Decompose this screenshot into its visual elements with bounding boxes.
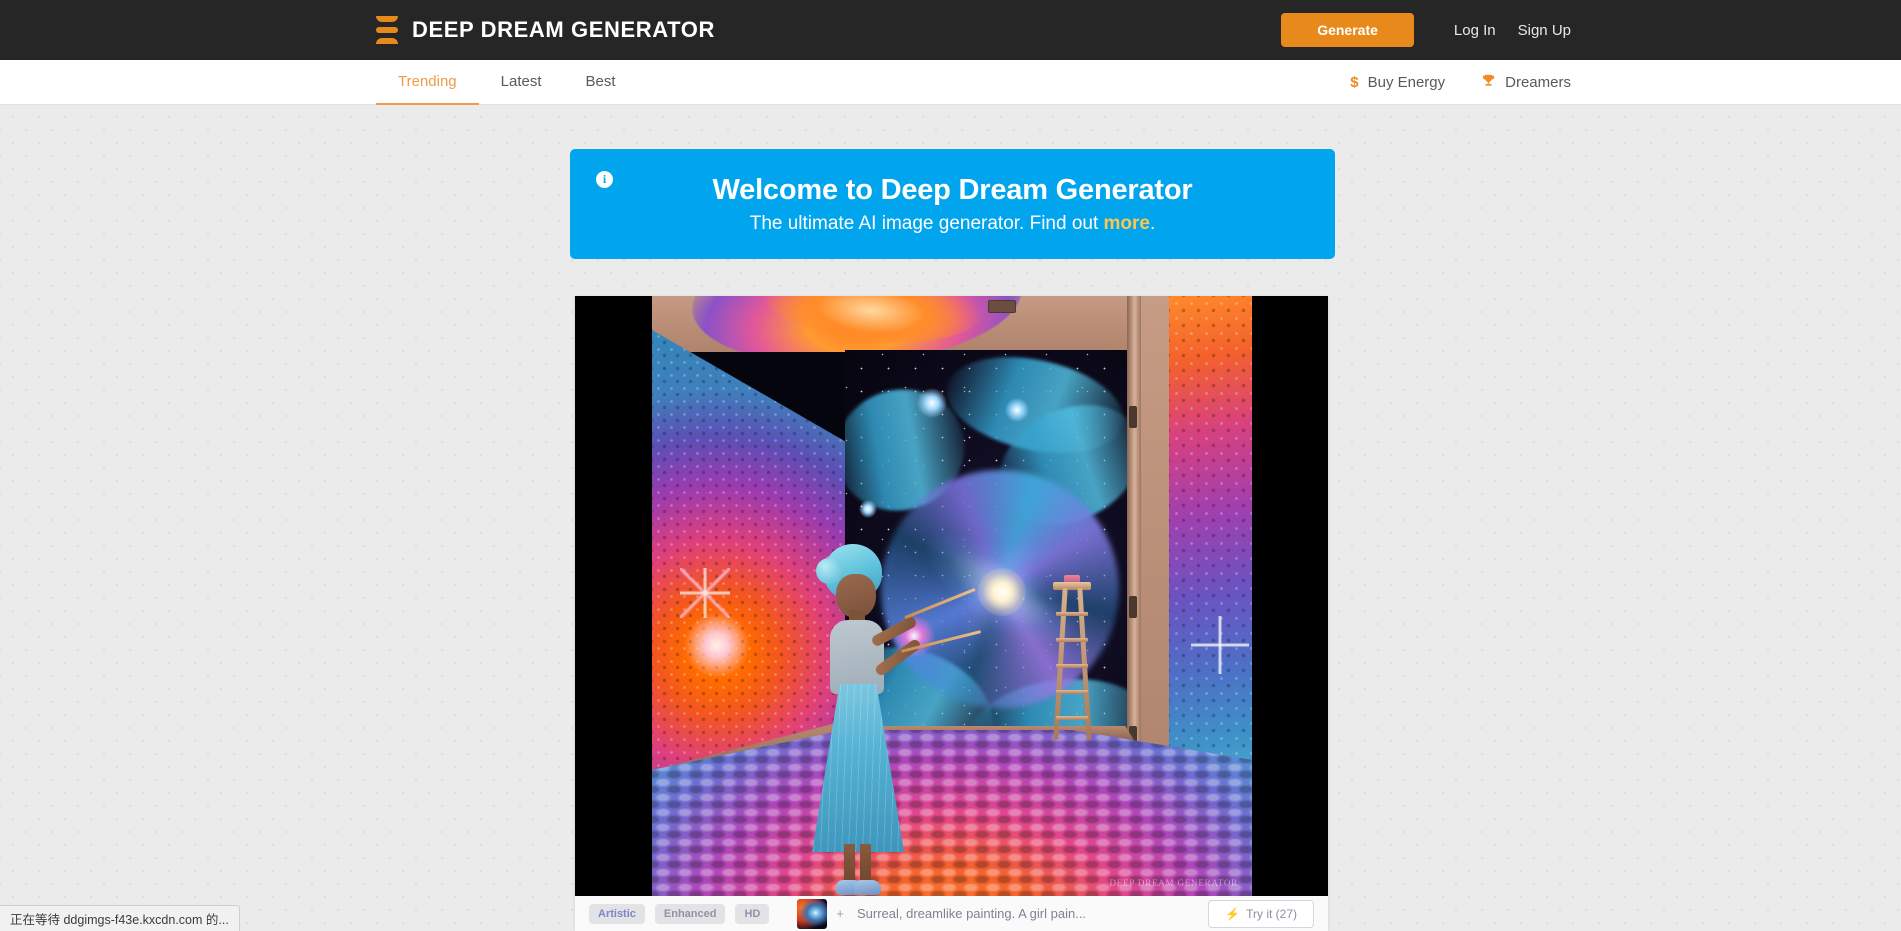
banner-title: Welcome to Deep Dream Generator (712, 173, 1193, 206)
login-link[interactable]: Log In (1454, 22, 1496, 39)
welcome-banner: i Welcome to Deep Dream Generator The ul… (570, 149, 1335, 259)
tag-artistic[interactable]: Artistic (589, 903, 645, 924)
dollar-icon: $ (1350, 74, 1359, 91)
buy-energy-label: Buy Energy (1367, 74, 1446, 91)
tag-enhanced[interactable]: Enhanced (654, 903, 726, 924)
girl-shoe-right (854, 880, 881, 895)
artwork-stage: DEEP DREAM GENERATOR (575, 296, 1328, 896)
prompt-preview[interactable]: + Surreal, dreamlike painting. A girl pa… (797, 898, 1198, 929)
artwork-card-footer: Artistic Enhanced HD + Surreal, dreamlik… (575, 896, 1328, 931)
try-it-label: Try it (27) (1246, 906, 1297, 921)
girl-leg-right (860, 844, 871, 884)
floor-spheres (652, 730, 1252, 896)
left-wall-star-glow (680, 568, 730, 618)
wooden-ladder (1052, 575, 1092, 741)
bright-star-3 (859, 500, 877, 518)
galaxy-core (978, 568, 1026, 616)
ladder-top-step (1053, 582, 1091, 590)
bright-star-1 (917, 388, 947, 418)
bolt-icon: ⚡ (1225, 906, 1241, 921)
brand-name: DEEP DREAM GENERATOR (412, 17, 715, 42)
ladder-rung-5 (1056, 716, 1088, 720)
header-actions: Generate Log In Sign Up (1281, 13, 1571, 47)
banner-subtitle-period: . (1150, 212, 1156, 234)
nav-tabs: Trending Latest Best (376, 60, 638, 105)
prompt-thumbnail[interactable] (797, 898, 828, 929)
banner-subtitle-text: The ultimate AI image generator. Find ou… (749, 212, 1104, 234)
nav-utility-links: $ Buy Energy Dreamers (1350, 60, 1571, 105)
tab-trending[interactable]: Trending (376, 60, 479, 105)
top-header: DEEP DREAM GENERATOR Generate Log In Sig… (0, 0, 1901, 60)
buy-energy-link[interactable]: $ Buy Energy (1350, 74, 1445, 91)
generate-button[interactable]: Generate (1281, 13, 1414, 47)
girl-dress (812, 684, 904, 852)
ceiling-vent (988, 300, 1016, 313)
door-hinge-mid (1129, 596, 1137, 618)
artwork-card[interactable]: DEEP DREAM GENERATOR Artistic Enhanced H… (575, 296, 1328, 931)
ladder-rung-1 (1056, 612, 1088, 616)
info-icon[interactable]: i (596, 171, 613, 188)
ladder-rung-3 (1056, 664, 1088, 668)
prompt-text: Surreal, dreamlike painting. A girl pain… (856, 906, 1087, 921)
banner-more-link[interactable]: more (1104, 213, 1150, 234)
door-hinge-top (1129, 406, 1137, 428)
ladder-rung-4 (1056, 690, 1088, 694)
artwork-watermark: DEEP DREAM GENERATOR (1109, 878, 1238, 888)
girl-hair-bun (816, 558, 842, 584)
right-wall-star-1 (1191, 616, 1249, 674)
auth-links: Log In Sign Up (1454, 22, 1571, 39)
girl-leg-left (844, 844, 855, 884)
banner-subtitle: The ultimate AI image generator. Find ou… (750, 213, 1156, 235)
girl-torso (830, 620, 884, 694)
tab-best[interactable]: Best (564, 60, 638, 105)
browser-status-bar: 正在等待 ddgimgs-f43e.kxcdn.com 的... (0, 905, 240, 931)
trophy-icon (1481, 74, 1496, 91)
ladder-rung-2 (1056, 638, 1088, 642)
dreamers-label: Dreamers (1505, 74, 1571, 91)
sub-navigation: Trending Latest Best $ Buy Energy Dreame… (0, 60, 1901, 105)
plus-icon: + (836, 906, 844, 921)
tab-latest[interactable]: Latest (479, 60, 564, 105)
bright-star-2 (1005, 398, 1029, 422)
dreamers-link[interactable]: Dreamers (1481, 74, 1571, 91)
tag-hd[interactable]: HD (735, 903, 770, 924)
artwork-image[interactable]: DEEP DREAM GENERATOR (652, 296, 1252, 896)
brand-logo[interactable]: DEEP DREAM GENERATOR (376, 16, 715, 44)
girl-figure (794, 544, 982, 896)
stacked-bars-logo-icon (376, 16, 398, 44)
signup-link[interactable]: Sign Up (1518, 22, 1571, 39)
try-it-button[interactable]: ⚡ Try it (27) (1208, 899, 1314, 928)
